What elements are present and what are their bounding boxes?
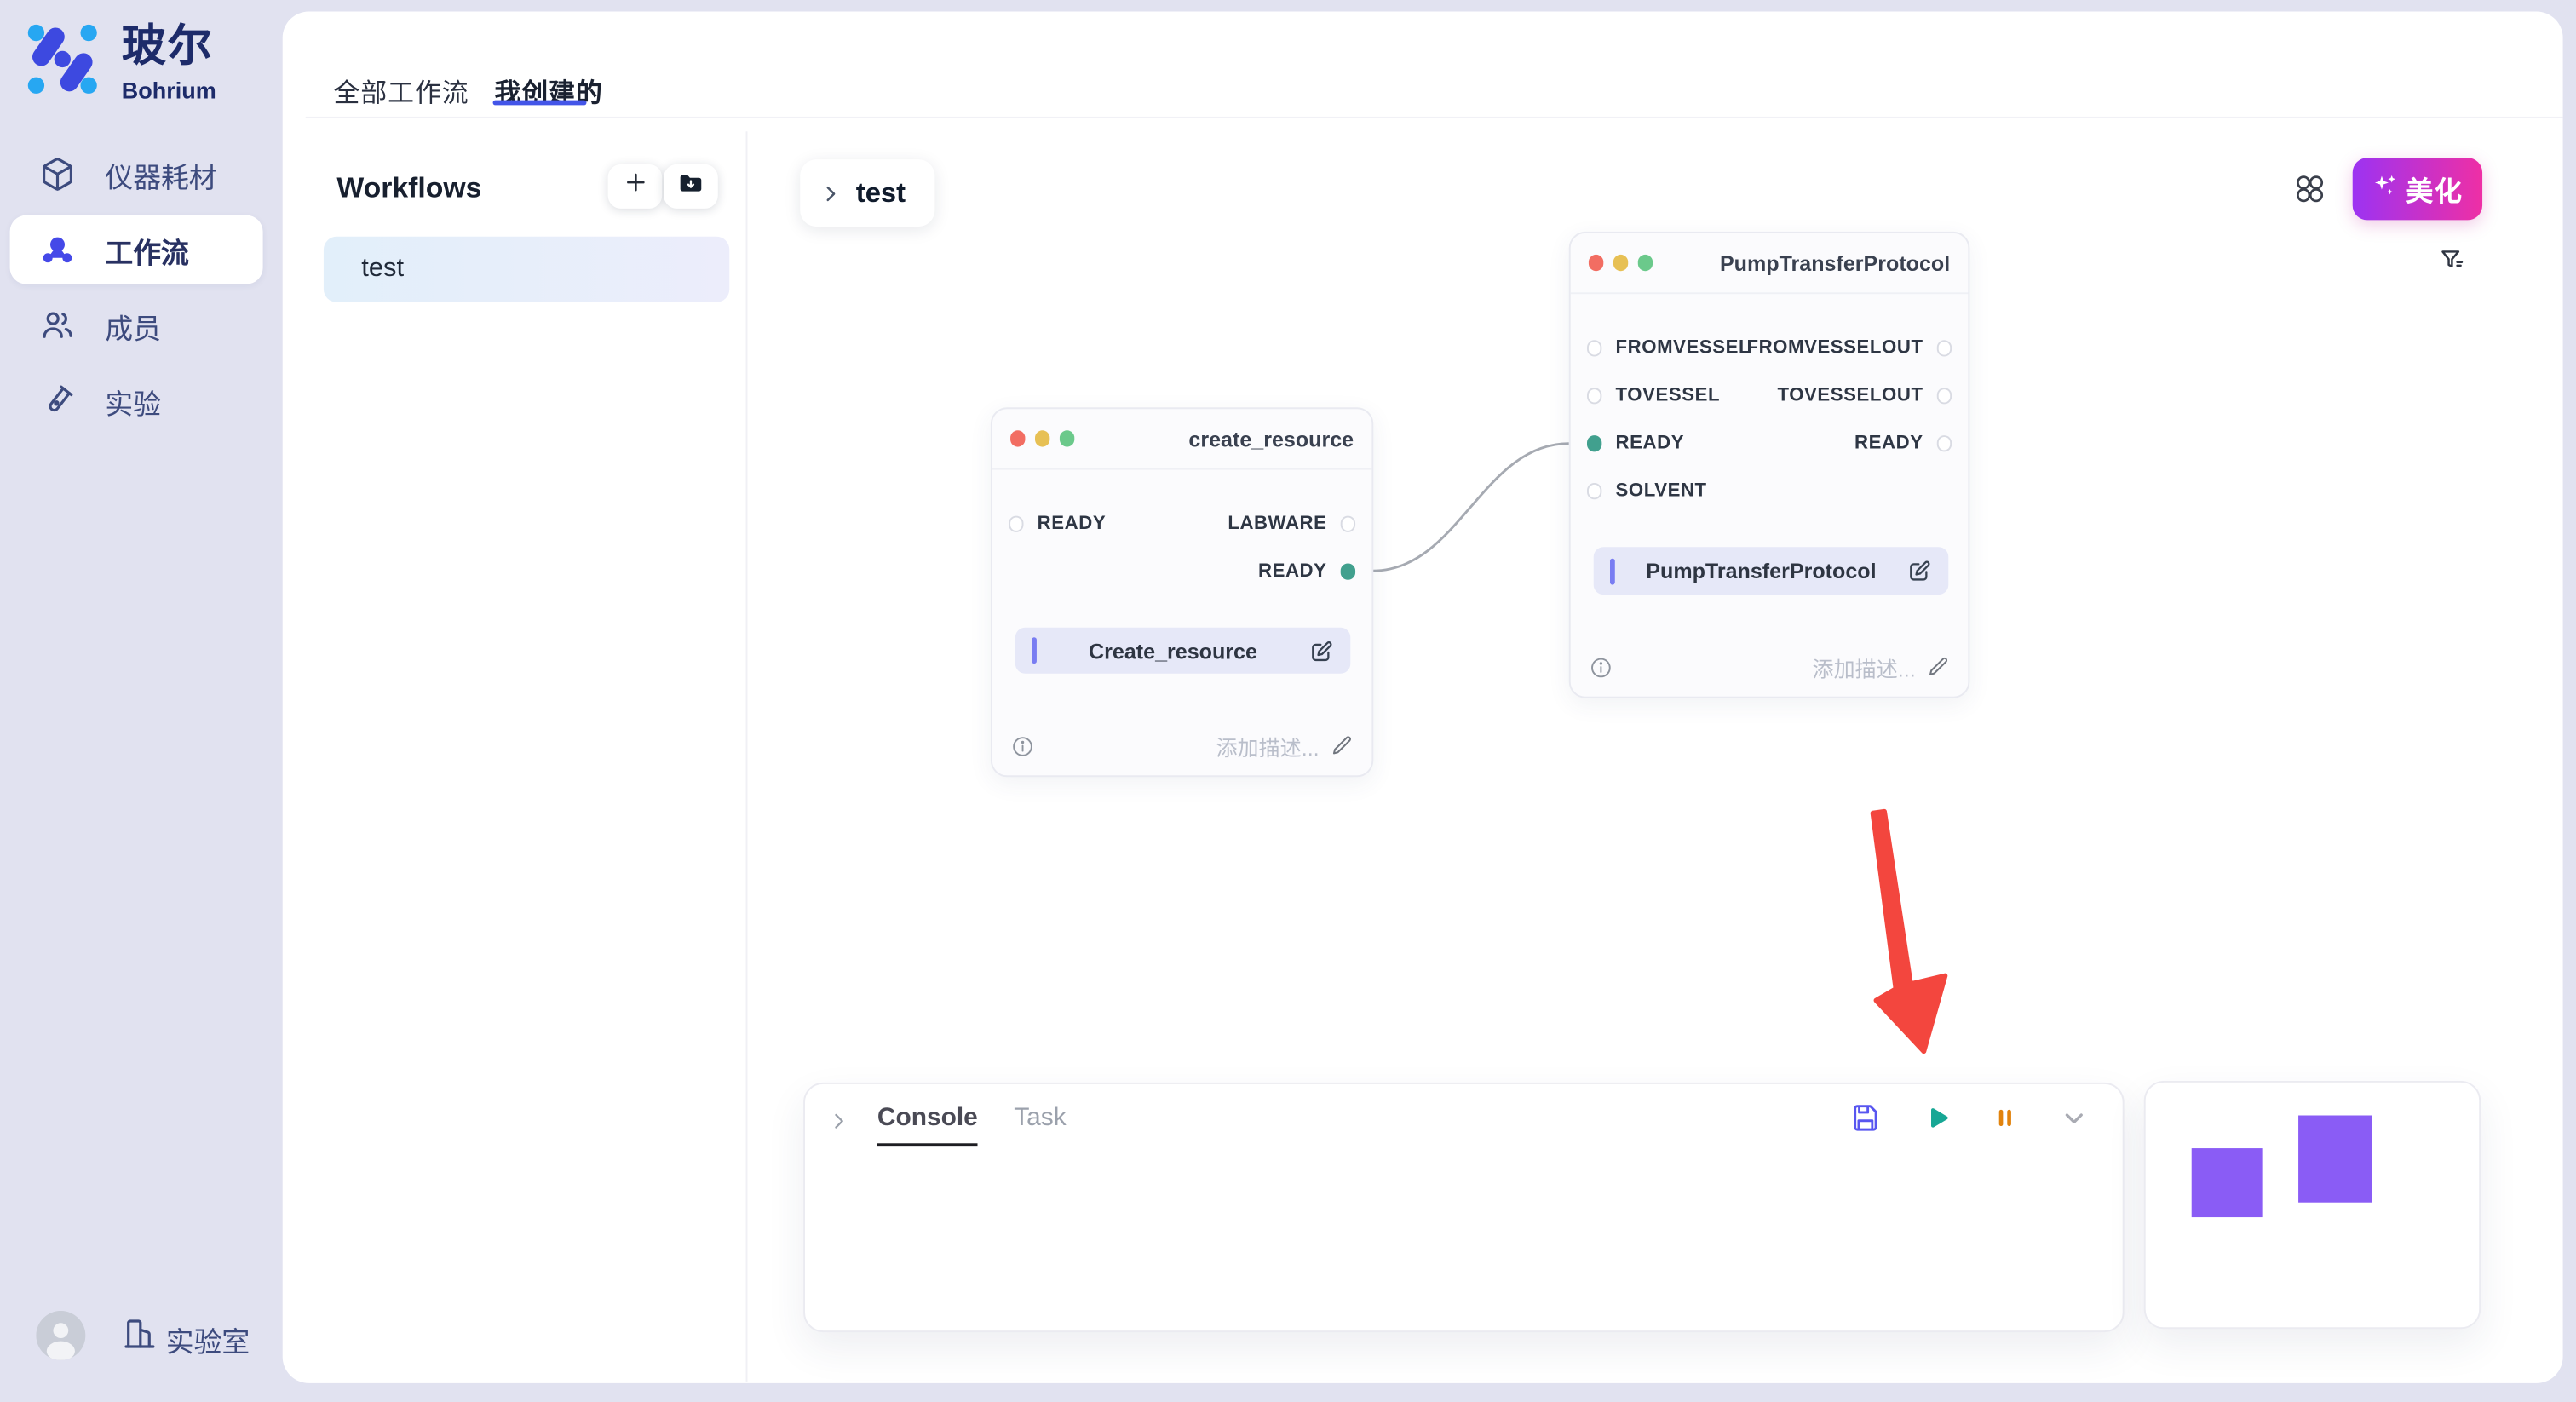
minimap-node [2298, 1115, 2372, 1202]
node-title: create_resource [1188, 426, 1354, 451]
port-output-fromvesselout[interactable]: FROMVESSELOUT [1746, 340, 1952, 356]
chevron-right-icon [819, 180, 841, 206]
port-output-labware[interactable]: LABWARE [1228, 516, 1355, 532]
port-input-solvent[interactable]: SOLVENT [1587, 483, 1707, 499]
port-input-ready[interactable]: READY [1009, 516, 1106, 532]
import-folder-button[interactable] [664, 164, 718, 209]
node-create-resource[interactable]: create_resource READY LABWARE READY Crea… [991, 407, 1373, 777]
port-circle-connected[interactable] [1587, 436, 1602, 451]
run-play-icon[interactable] [1920, 1102, 1952, 1134]
test-tube-icon [39, 382, 75, 418]
filter-icon[interactable] [2438, 246, 2466, 274]
port-output-tovesselout[interactable]: TOVESSELOUT [1778, 388, 1952, 404]
avatar[interactable] [36, 1311, 85, 1360]
pause-icon[interactable] [1991, 1102, 2019, 1134]
port-circle[interactable] [1340, 516, 1355, 531]
tab-task[interactable]: Task [1014, 1104, 1066, 1143]
pencil-icon[interactable] [1927, 655, 1950, 678]
node-footer: 添加描述... [1571, 646, 1969, 688]
edit-icon[interactable] [1907, 559, 1932, 583]
package-icon [39, 156, 75, 192]
workflow-item-name: test [361, 255, 404, 284]
port-circle[interactable] [1587, 484, 1602, 499]
tab-console[interactable]: Console [877, 1104, 978, 1146]
info-icon[interactable] [1010, 733, 1035, 758]
save-icon[interactable] [1850, 1102, 1882, 1134]
port-circle[interactable] [1587, 341, 1602, 356]
folder-download-icon [677, 169, 705, 204]
pencil-icon[interactable] [1331, 734, 1354, 757]
brand-name-zh: 玻尔 [122, 23, 214, 72]
node-header: PumpTransferProtocol [1571, 233, 1969, 294]
sidebar-item-instruments[interactable]: 仪器耗材 [10, 141, 263, 207]
breadcrumb[interactable]: test [800, 159, 934, 227]
port-circle[interactable] [1936, 436, 1952, 451]
apps-grid-icon[interactable] [2293, 172, 2326, 205]
node-title: PumpTransferProtocol [1720, 250, 1950, 275]
brand-name-en: Bohrium [122, 78, 216, 104]
port-output-ready[interactable]: READY [1258, 563, 1355, 579]
workflow-icon [39, 232, 75, 267]
node-action-pill[interactable]: Create_resource [1015, 628, 1350, 674]
sidebar-item-experiments[interactable]: 实验 [10, 368, 263, 434]
workflow-list-title: Workflows [336, 171, 481, 205]
add-workflow-button[interactable] [608, 164, 663, 209]
sidebar-item-members[interactable]: 成员 [10, 292, 263, 358]
minimap-node [2192, 1148, 2263, 1217]
sidebar-item-label: 工作流 [105, 229, 188, 270]
traffic-dots-icon [1010, 431, 1075, 446]
plus-icon [622, 170, 648, 204]
beautify-button[interactable]: 美化 [2353, 158, 2482, 220]
chevron-down-icon[interactable] [2058, 1102, 2090, 1134]
main-panel: 全部工作流 我创建的 Workflows tes [283, 11, 2563, 1382]
sidebar: 玻尔 Bohrium 仪器耗材 工作流 [0, 0, 273, 1402]
breadcrumb-label: test [856, 176, 906, 210]
port-input-tovessel[interactable]: TOVESSEL [1587, 388, 1720, 404]
port-circle-connected[interactable] [1340, 564, 1355, 579]
beautify-label: 美化 [2406, 170, 2464, 209]
members-icon [39, 307, 75, 343]
active-tab-underline [493, 101, 587, 106]
console-panel: Console Task [803, 1083, 2125, 1331]
tabs-divider [306, 116, 2563, 118]
node-pump-transfer-protocol[interactable]: PumpTransferProtocol FROMVESSEL TOVESSEL… [1569, 232, 1970, 698]
workspace-label[interactable]: 实验室 [166, 1319, 250, 1360]
chevron-right-icon[interactable] [828, 1109, 849, 1142]
sidebar-item-label: 仪器耗材 [105, 153, 216, 194]
minimap[interactable] [2144, 1081, 2481, 1329]
traffic-dots-icon [1589, 256, 1653, 271]
tab-all-workflows[interactable]: 全部工作流 [333, 71, 469, 110]
port-circle[interactable] [1587, 388, 1602, 404]
info-icon[interactable] [1589, 655, 1613, 680]
port-circle[interactable] [1936, 341, 1952, 356]
bohrium-logo-icon [23, 20, 102, 99]
port-output-ready[interactable]: READY [1854, 435, 1952, 451]
sidebar-item-label: 实验 [105, 380, 161, 421]
workflow-list-item[interactable]: test [324, 237, 729, 302]
workspace-switcher: 实验室 [0, 1298, 273, 1377]
port-circle[interactable] [1936, 388, 1952, 404]
node-footer: 添加描述... [992, 724, 1371, 767]
port-circle[interactable] [1009, 516, 1024, 531]
port-input-ready[interactable]: READY [1587, 435, 1684, 451]
description-placeholder[interactable]: 添加描述... [1813, 652, 1916, 683]
panel-divider [745, 131, 747, 1382]
sidebar-item-workflow[interactable]: 工作流 [10, 215, 263, 284]
description-placeholder[interactable]: 添加描述... [1216, 730, 1319, 761]
console-actions [1850, 1102, 2090, 1134]
node-header: create_resource [992, 409, 1371, 469]
edit-icon[interactable] [1309, 638, 1334, 663]
node-action-pill[interactable]: PumpTransferProtocol [1594, 547, 1949, 595]
port-input-fromvessel[interactable]: FROMVESSEL [1587, 340, 1751, 356]
lab-building-icon [122, 1316, 158, 1352]
brand-logo[interactable] [23, 20, 102, 99]
sparkles-icon [2372, 172, 2398, 206]
sidebar-item-label: 成员 [105, 305, 161, 346]
